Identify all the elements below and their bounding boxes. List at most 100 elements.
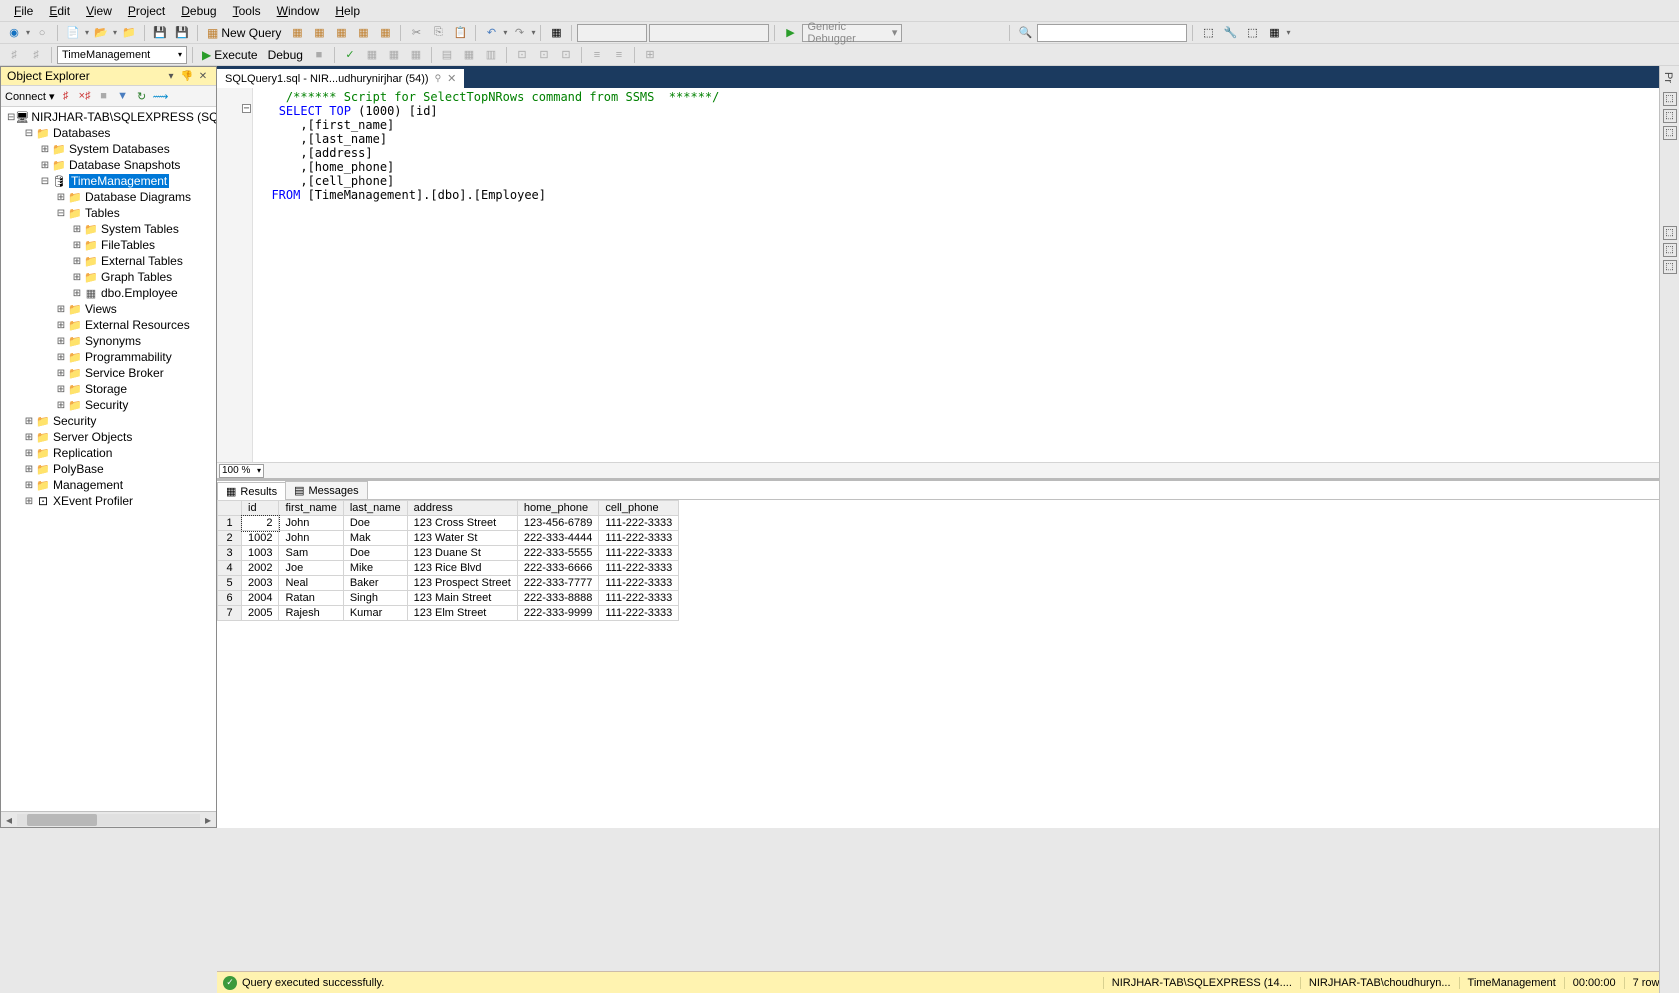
results-file-icon[interactable]: ▥ — [481, 46, 501, 64]
table-cell[interactable]: 111-222-3333 — [599, 576, 679, 591]
tree-toggle-icon[interactable]: ⊞ — [39, 144, 51, 155]
plan-icon-1[interactable]: ▦ — [362, 46, 382, 64]
close-icon[interactable]: ✕ — [196, 71, 210, 82]
debugger-icon[interactable]: ▶ — [780, 24, 800, 42]
disconnect-all-icon[interactable]: ×♯ — [77, 88, 93, 104]
table-cell[interactable]: 2003 — [242, 576, 279, 591]
scroll-left-icon[interactable]: ◂ — [1, 813, 17, 827]
menu-view[interactable]: View — [78, 2, 120, 20]
table-cell[interactable]: 123 Elm Street — [407, 606, 517, 621]
tree-node[interactable]: ⊞Security — [3, 397, 214, 413]
disconnect-icon[interactable]: ♯ — [58, 88, 74, 104]
forward-icon[interactable]: ○ — [32, 24, 52, 42]
tree-toggle-icon[interactable]: ⊞ — [55, 320, 67, 331]
save-icon[interactable]: 💾 — [150, 24, 170, 42]
table-row[interactable]: 52003NealBaker123 Prospect Street222-333… — [218, 576, 679, 591]
tree-toggle-icon[interactable]: ⊞ — [55, 400, 67, 411]
debug-button[interactable]: Debug — [264, 46, 307, 64]
tree-node[interactable]: ⊞Programmability — [3, 349, 214, 365]
pin-tab-icon[interactable]: ⚲ — [435, 73, 442, 84]
menu-edit[interactable]: Edit — [41, 2, 78, 20]
menu-tools[interactable]: Tools — [225, 2, 269, 20]
tool-icon-2[interactable]: 🔧 — [1220, 24, 1240, 42]
table-cell[interactable]: Rajesh — [279, 606, 343, 621]
column-header[interactable] — [218, 501, 242, 516]
tree-node[interactable]: ⊞Replication — [3, 445, 214, 461]
sql-editor[interactable]: /****** Script for SelectTopNRows comman… — [217, 88, 1679, 462]
table-cell[interactable]: 123 Cross Street — [407, 516, 517, 531]
tree-toggle-icon[interactable]: ⊞ — [55, 384, 67, 395]
database-combo[interactable]: TimeManagement ▾ — [57, 46, 187, 64]
tree-toggle-icon[interactable]: ⊞ — [23, 480, 35, 491]
new-project-icon[interactable]: 📄 — [63, 24, 83, 42]
right-collapsed-panel[interactable]: Pr ⬚ ⬚ ⬚ ⬚ ⬚ ⬚ — [1659, 66, 1679, 993]
table-cell[interactable]: Baker — [343, 576, 407, 591]
tree-node[interactable]: ⊞Database Diagrams — [3, 189, 214, 205]
db-query-icon-4[interactable]: ▦ — [353, 24, 373, 42]
table-cell[interactable]: 111-222-3333 — [599, 591, 679, 606]
search-combo[interactable] — [1037, 24, 1187, 42]
right-tool-1[interactable]: ⬚ — [1663, 92, 1677, 106]
solution-config-combo[interactable] — [577, 24, 647, 42]
tree-toggle-icon[interactable]: ⊟ — [23, 128, 35, 139]
right-tool-4[interactable]: ⬚ — [1663, 226, 1677, 240]
tree-toggle-icon[interactable]: ⊞ — [71, 288, 83, 299]
db-query-icon-2[interactable]: ▦ — [309, 24, 329, 42]
back-icon[interactable]: ◉ — [4, 24, 24, 42]
right-tool-5[interactable]: ⬚ — [1663, 243, 1677, 257]
tree-node[interactable]: ⊞Synonyms — [3, 333, 214, 349]
undo-icon[interactable]: ↶ — [481, 24, 501, 42]
dropdown-icon[interactable]: ▾ — [164, 71, 178, 82]
indent2-icon[interactable]: ≡ — [609, 46, 629, 64]
plan-icon-2[interactable]: ▦ — [384, 46, 404, 64]
parse-icon[interactable]: ✓ — [340, 46, 360, 64]
column-header[interactable]: cell_phone — [599, 501, 679, 516]
tree-toggle-icon[interactable]: ⊞ — [71, 240, 83, 251]
table-cell[interactable]: 123 Duane St — [407, 546, 517, 561]
table-cell[interactable]: 111-222-3333 — [599, 606, 679, 621]
right-tool-3[interactable]: ⬚ — [1663, 126, 1677, 140]
tree-node[interactable]: ⊞Storage — [3, 381, 214, 397]
comment-icon[interactable]: ⊡ — [512, 46, 532, 64]
plan-icon-3[interactable]: ▦ — [406, 46, 426, 64]
stop-icon[interactable]: ■ — [309, 46, 329, 64]
copy-icon[interactable]: ⎘ — [428, 24, 448, 42]
tree-toggle-icon[interactable]: ⊞ — [55, 336, 67, 347]
table-cell[interactable]: 222-333-9999 — [517, 606, 599, 621]
table-cell[interactable]: Doe — [343, 546, 407, 561]
menu-debug[interactable]: Debug — [173, 2, 224, 20]
table-row[interactable]: 72005RajeshKumar123 Elm Street222-333-99… — [218, 606, 679, 621]
table-cell[interactable]: Joe — [279, 561, 343, 576]
grid-icon[interactable]: ▦ — [546, 24, 566, 42]
tree-toggle-icon[interactable]: ⊞ — [23, 448, 35, 459]
table-row[interactable]: 42002JoeMike123 Rice Blvd222-333-6666111… — [218, 561, 679, 576]
cut-icon[interactable]: ✂ — [406, 24, 426, 42]
filter-icon[interactable]: ▼ — [115, 88, 131, 104]
properties-tab[interactable]: Pr — [1660, 66, 1676, 89]
table-row[interactable]: 31003SamDoe123 Duane St222-333-5555111-2… — [218, 546, 679, 561]
stop-icon[interactable]: ■ — [96, 88, 112, 104]
right-tool-2[interactable]: ⬚ — [1663, 109, 1677, 123]
menu-file[interactable]: File — [6, 2, 41, 20]
tree-toggle-icon[interactable]: ⊞ — [55, 192, 67, 203]
menu-project[interactable]: Project — [120, 2, 173, 20]
results-text-icon[interactable]: ▤ — [437, 46, 457, 64]
column-header[interactable]: address — [407, 501, 517, 516]
tree-node[interactable]: ⊞Server Objects — [3, 429, 214, 445]
solution-platform-combo[interactable] — [649, 24, 769, 42]
table-cell[interactable]: 6 — [218, 591, 242, 606]
tree-toggle-icon[interactable]: ⊞ — [55, 368, 67, 379]
table-cell[interactable]: 123 Rice Blvd — [407, 561, 517, 576]
tree-toggle-icon[interactable]: ⊞ — [71, 224, 83, 235]
results-tab[interactable]: ▦ Results — [217, 482, 286, 500]
tree-toggle-icon[interactable]: ⊞ — [55, 304, 67, 315]
paste-icon[interactable]: 📋 — [450, 24, 470, 42]
debugger-combo[interactable]: Generic Debugger ▾ — [802, 24, 902, 42]
table-cell[interactable]: 1002 — [242, 531, 279, 546]
table-cell[interactable]: Neal — [279, 576, 343, 591]
tool-icon-3[interactable]: ⬚ — [1242, 24, 1262, 42]
tree-toggle-icon[interactable]: ⊞ — [23, 416, 35, 427]
tree-toggle-icon[interactable]: ⊞ — [23, 432, 35, 443]
table-cell[interactable]: John — [279, 531, 343, 546]
table-cell[interactable]: 111-222-3333 — [599, 531, 679, 546]
